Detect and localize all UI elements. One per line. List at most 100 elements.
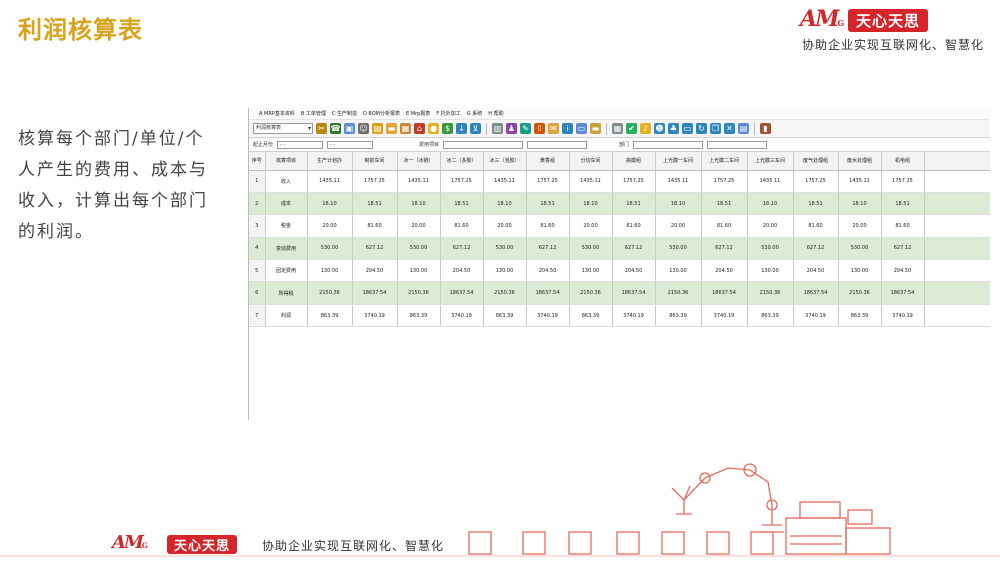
- value-cell[interactable]: 20.00: [747, 214, 794, 238]
- value-cell[interactable]: 530.00: [655, 237, 702, 261]
- value-cell[interactable]: 18.10: [569, 192, 613, 216]
- value-cell[interactable]: 1757.25: [701, 170, 748, 193]
- calc-icon[interactable]: ▦: [612, 123, 623, 134]
- value-cell[interactable]: 130.00: [483, 259, 527, 283]
- value-cell[interactable]: 20.00: [838, 214, 882, 238]
- print-icon[interactable]: ▥: [492, 123, 503, 134]
- column-header[interactable]: 上光膜三车间: [747, 152, 794, 171]
- close-icon[interactable]: ✕: [724, 123, 735, 134]
- column-header[interactable]: 分切车间: [569, 152, 613, 171]
- value-cell[interactable]: 81.60: [793, 214, 839, 238]
- value-cell[interactable]: 627.12: [352, 237, 398, 261]
- table-row[interactable]: 3 税金 20.00 81.60 20.00 81.60 20.00 81.60 20.00 81…: [249, 214, 990, 238]
- value-cell[interactable]: 81.60: [440, 214, 484, 238]
- value-cell[interactable]: 130.00: [307, 259, 353, 283]
- export-icon[interactable]: ⇧: [534, 123, 545, 134]
- value-cell[interactable]: 1435.11: [569, 170, 613, 193]
- value-cell[interactable]: 530.00: [307, 237, 353, 261]
- value-cell[interactable]: 18.51: [701, 192, 748, 216]
- menu-item-6[interactable]: G 系统: [467, 110, 482, 117]
- value-cell[interactable]: 2150.36: [397, 281, 441, 305]
- value-cell[interactable]: 18637.54: [440, 281, 484, 305]
- value-cell[interactable]: 627.12: [526, 237, 570, 261]
- value-cell[interactable]: 1757.25: [793, 170, 839, 193]
- value-cell[interactable]: 18.51: [352, 192, 398, 216]
- value-cell[interactable]: 2150.36: [483, 281, 527, 305]
- value-cell[interactable]: 18.10: [838, 192, 882, 216]
- value-cell[interactable]: 3740.19: [701, 304, 748, 328]
- menu-item-0[interactable]: A MRP基本资料: [259, 110, 295, 117]
- edit-icon[interactable]: ✎: [520, 123, 531, 134]
- value-cell[interactable]: 1435.11: [307, 170, 353, 193]
- value-cell[interactable]: 530.00: [483, 237, 527, 261]
- row-number-cell[interactable]: 2: [249, 192, 266, 216]
- column-header[interactable]: 废水处理组: [838, 152, 882, 171]
- value-cell[interactable]: 863.39: [569, 304, 613, 328]
- folder-icon[interactable]: ▬: [386, 123, 397, 134]
- table-row[interactable]: 7 利润 863.39 3740.19 863.39 3740.19 863.39 3740.…: [249, 304, 990, 328]
- value-cell[interactable]: 81.60: [881, 214, 925, 238]
- value-cell[interactable]: 130.00: [838, 259, 882, 283]
- start-month-input[interactable]: - -: [277, 140, 324, 149]
- value-cell[interactable]: 8099.84: [924, 237, 990, 261]
- value-cell[interactable]: 627.12: [612, 237, 656, 261]
- value-cell[interactable]: 2150.36: [569, 281, 613, 305]
- value-cell[interactable]: 627.12: [793, 237, 839, 261]
- value-cell[interactable]: 2150.36: [747, 281, 794, 305]
- value-cell[interactable]: 530.00: [838, 237, 882, 261]
- column-header[interactable]: 机电组: [881, 152, 925, 171]
- end-month-input[interactable]: - -: [327, 140, 374, 149]
- column-header[interactable]: 核算项目: [265, 152, 308, 171]
- value-cell[interactable]: 204.50: [352, 259, 398, 283]
- item-name-cell[interactable]: 收入: [265, 170, 308, 193]
- column-header[interactable]: 生产计划办: [307, 152, 353, 171]
- value-cell[interactable]: 18.10: [307, 192, 353, 216]
- table-row[interactable]: 4 变动费用 530.00 627.12 530.00 627.12 530.00 627.1…: [249, 237, 990, 261]
- column-header[interactable]: 序号: [249, 152, 266, 171]
- download-icon[interactable]: ↓: [456, 123, 467, 134]
- menu-item-3[interactable]: D BOM分析报表: [363, 110, 400, 117]
- value-cell[interactable]: 3740.19: [881, 304, 925, 328]
- value-cell[interactable]: 863.39: [307, 304, 353, 328]
- menu-item-7[interactable]: H 帮助: [488, 110, 503, 117]
- value-cell[interactable]: 18.51: [612, 192, 656, 216]
- row-number-cell[interactable]: 5: [249, 259, 266, 283]
- value-cell[interactable]: 1757.25: [526, 170, 570, 193]
- value-cell[interactable]: 130.00: [569, 259, 613, 283]
- row-number-cell[interactable]: 3: [249, 214, 266, 238]
- value-cell[interactable]: 1435.11: [747, 170, 794, 193]
- value-cell[interactable]: 3740.19: [352, 304, 398, 328]
- value-cell[interactable]: 130.00: [397, 259, 441, 283]
- value-cell[interactable]: 20.00: [307, 214, 353, 238]
- folder2-icon[interactable]: ▬: [590, 123, 601, 134]
- column-header[interactable]: 冰二（多胶）: [440, 152, 484, 171]
- row-number-cell[interactable]: 6: [249, 281, 266, 305]
- money-icon[interactable]: $: [442, 123, 453, 134]
- table-row[interactable]: 2 成本 18.10 18.51 18.10 18.51 18.10 18.51 18.10 18…: [249, 192, 990, 216]
- bell-icon[interactable]: ♪: [640, 123, 651, 134]
- value-cell[interactable]: 130.00: [747, 259, 794, 283]
- value-cell[interactable]: 1757.25: [612, 170, 656, 193]
- box-icon[interactable]: ▦: [400, 123, 411, 134]
- value-cell[interactable]: 2150.36: [307, 281, 353, 305]
- column-header[interactable]: 冰三（泡胶）: [483, 152, 527, 171]
- column-header[interactable]: 制前车间: [352, 152, 398, 171]
- value-cell[interactable]: 1435.11: [838, 170, 882, 193]
- value-cell[interactable]: 204.50: [526, 259, 570, 283]
- value-cell[interactable]: 1757.25: [352, 170, 398, 193]
- value-cell[interactable]: 1435.11: [483, 170, 527, 193]
- value-cell[interactable]: 530.00: [747, 237, 794, 261]
- value-cell[interactable]: 81.60: [352, 214, 398, 238]
- item-name-cell[interactable]: 变动费用: [265, 237, 308, 261]
- item-name-cell[interactable]: 固定费用: [265, 259, 308, 283]
- people-icon[interactable]: ♟: [506, 123, 517, 134]
- fee-item-input[interactable]: [443, 140, 524, 149]
- value-cell[interactable]: 256.29: [924, 192, 990, 216]
- menu-item-4[interactable]: E Mrp报表: [406, 110, 430, 117]
- column-header[interactable]: 挑膜组: [612, 152, 656, 171]
- value-cell[interactable]: 863.39: [397, 304, 441, 328]
- value-cell[interactable]: 81.60: [612, 214, 656, 238]
- menu-item-1[interactable]: B 工单管理: [301, 110, 326, 117]
- value-cell[interactable]: 18.10: [747, 192, 794, 216]
- value-cell[interactable]: 20.00: [569, 214, 613, 238]
